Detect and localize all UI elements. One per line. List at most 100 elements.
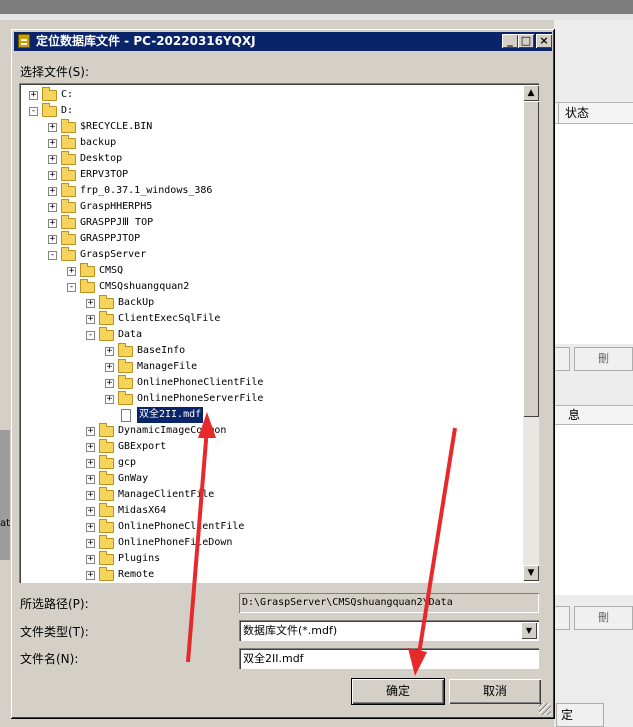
tree-folder-item[interactable]: + Plugins [21,551,519,567]
folder-icon [61,231,76,245]
expand-icon[interactable]: + [86,427,95,436]
expand-icon[interactable]: + [86,443,95,452]
tree-folder-item[interactable]: + Desktop [21,151,519,167]
expand-icon[interactable]: + [48,123,57,132]
tree-folder-item[interactable]: + frp_0.37.1_windows_386 [21,183,519,199]
background-button-a[interactable] [554,347,570,371]
status-column-header[interactable]: 状态 [558,103,589,123]
tree-folder-item[interactable]: - Data [21,327,519,343]
expand-icon[interactable]: + [86,299,95,308]
dialog-titlebar[interactable]: 定位数据库文件 - PC-20220316YQXJ _ □ × [14,32,552,51]
tree-item-label: OnlinePhoneServerFile [137,393,264,404]
maximize-icon[interactable]: □ [518,34,534,48]
tree-scrollbar[interactable]: ▲ ▼ [523,85,539,581]
tree-item-label: GRASPPJⅢ TOP [80,217,154,228]
expand-icon[interactable]: + [48,203,57,212]
scroll-down-icon[interactable]: ▼ [523,565,539,581]
tree-folder-item[interactable]: + gcp [21,455,519,471]
tree-folder-item[interactable]: + OnlinePhoneFileDown [21,535,519,551]
tree-folder-item[interactable]: - CMSQshuangquan2 [21,279,519,295]
tree-folder-item[interactable]: - D: [21,103,519,119]
tree-folder-item[interactable]: + C: [21,87,519,103]
tree-folder-item[interactable]: + ERPV3TOP [21,167,519,183]
tree-folder-item[interactable]: + $RECYCLE.BIN [21,119,519,135]
expand-icon[interactable]: + [86,571,95,580]
collapse-icon[interactable]: - [29,107,38,116]
expand-icon[interactable]: + [86,475,95,484]
folder-icon [118,375,133,389]
tree-folder-item[interactable]: + backup [21,135,519,151]
folder-icon [61,247,76,261]
tree-folder-item[interactable]: - GraspServer [21,247,519,263]
expand-icon[interactable]: + [105,363,114,372]
tree-folder-item[interactable]: + ClientExecSqlFile [21,311,519,327]
tree-folder-item[interactable]: + OnlinePhoneClientFile [21,519,519,535]
tree-item-label: frp_0.37.1_windows_386 [80,185,213,196]
collapse-icon[interactable]: - [48,251,57,260]
collapse-icon[interactable]: - [86,331,95,340]
tree-folder-item[interactable]: + OnlinePhoneServerFile [21,391,519,407]
dialog-title: 定位数据库文件 - PC-20220316YQXJ [36,34,256,48]
expand-icon[interactable]: + [86,523,95,532]
tree-folder-item[interactable]: + CMSQ [21,263,519,279]
expand-icon[interactable]: + [48,235,57,244]
background-confirm-button[interactable]: 定 [556,703,604,727]
expand-icon[interactable]: + [86,491,95,500]
ok-button[interactable]: 确定 [351,678,445,705]
tree-file-item[interactable]: 双全2II.mdf [21,407,519,423]
tree-folder-item[interactable]: + BackUp [21,295,519,311]
tree-folder-item[interactable]: + ManageClientFile [21,487,519,503]
tree-folder-item[interactable]: + Remote [21,567,519,581]
tree-folder-item[interactable]: + MidasX64 [21,503,519,519]
tree-folder-item[interactable]: + BaseInfo [21,343,519,359]
background-titlebar [0,0,633,14]
file-type-select[interactable]: 数据库文件(*.mdf) ▼ [239,620,539,641]
folder-icon [99,487,114,501]
dropdown-arrow-icon[interactable]: ▼ [521,622,537,639]
scroll-up-icon[interactable]: ▲ [523,85,539,101]
expand-icon[interactable]: + [48,219,57,228]
expand-icon[interactable]: + [105,379,114,388]
folder-tree[interactable]: + C: - D: + $RECYCLE.BIN + backup + Desktop + ERPV3… [19,83,539,583]
folder-icon [61,215,76,229]
background-panel-header: 息 [554,405,633,425]
expand-icon[interactable]: + [48,187,57,196]
cancel-button[interactable]: 取消 [449,679,541,704]
expand-icon[interactable]: + [86,459,95,468]
expand-icon[interactable]: + [105,347,114,356]
expand-icon[interactable]: + [86,507,95,516]
tree-folder-item[interactable]: + GBExport [21,439,519,455]
tree-folder-item[interactable]: + GnWay [21,471,519,487]
background-delete-button[interactable]: 刪 [574,347,633,371]
expand-icon[interactable]: + [48,155,57,164]
folder-icon [99,503,114,517]
scroll-thumb[interactable] [523,101,539,417]
tree-folder-item[interactable]: + ManageFile [21,359,519,375]
expand-icon[interactable]: + [105,395,114,404]
minimize-icon[interactable]: _ [502,34,518,48]
background-delete-button-2[interactable]: 刪 [574,606,633,630]
tree-item-label: GnWay [118,473,149,484]
tree-item-label: GraspHHERPH5 [80,201,153,212]
tree-folder-item[interactable]: + GRASPPJⅢ TOP [21,215,519,231]
tree-item-label: $RECYCLE.BIN [80,121,153,132]
expand-icon[interactable]: + [86,555,95,564]
expand-icon[interactable]: + [29,91,38,100]
background-button-b[interactable] [554,606,570,630]
tree-folder-item[interactable]: + GraspHHERPH5 [21,199,519,215]
expand-icon[interactable]: + [86,539,95,548]
tree-folder-item[interactable]: + OnlinePhoneClientFile [21,375,519,391]
tree-item-label: GBExport [118,441,167,452]
tree-folder-item[interactable]: + DynamicImageCommon [21,423,519,439]
collapse-icon[interactable]: - [67,283,76,292]
expand-icon[interactable]: + [48,139,57,148]
expand-icon[interactable]: + [67,267,76,276]
expand-icon[interactable]: + [86,315,95,324]
expand-icon[interactable]: + [48,171,57,180]
file-name-input[interactable]: 双全2II.mdf [239,648,539,669]
resize-grip[interactable] [539,703,551,715]
tree-item-label: D: [61,105,74,116]
close-icon[interactable]: × [536,34,552,48]
selected-path-label: 所选路径(P): [20,597,89,611]
tree-folder-item[interactable]: + GRASPPJTOP [21,231,519,247]
